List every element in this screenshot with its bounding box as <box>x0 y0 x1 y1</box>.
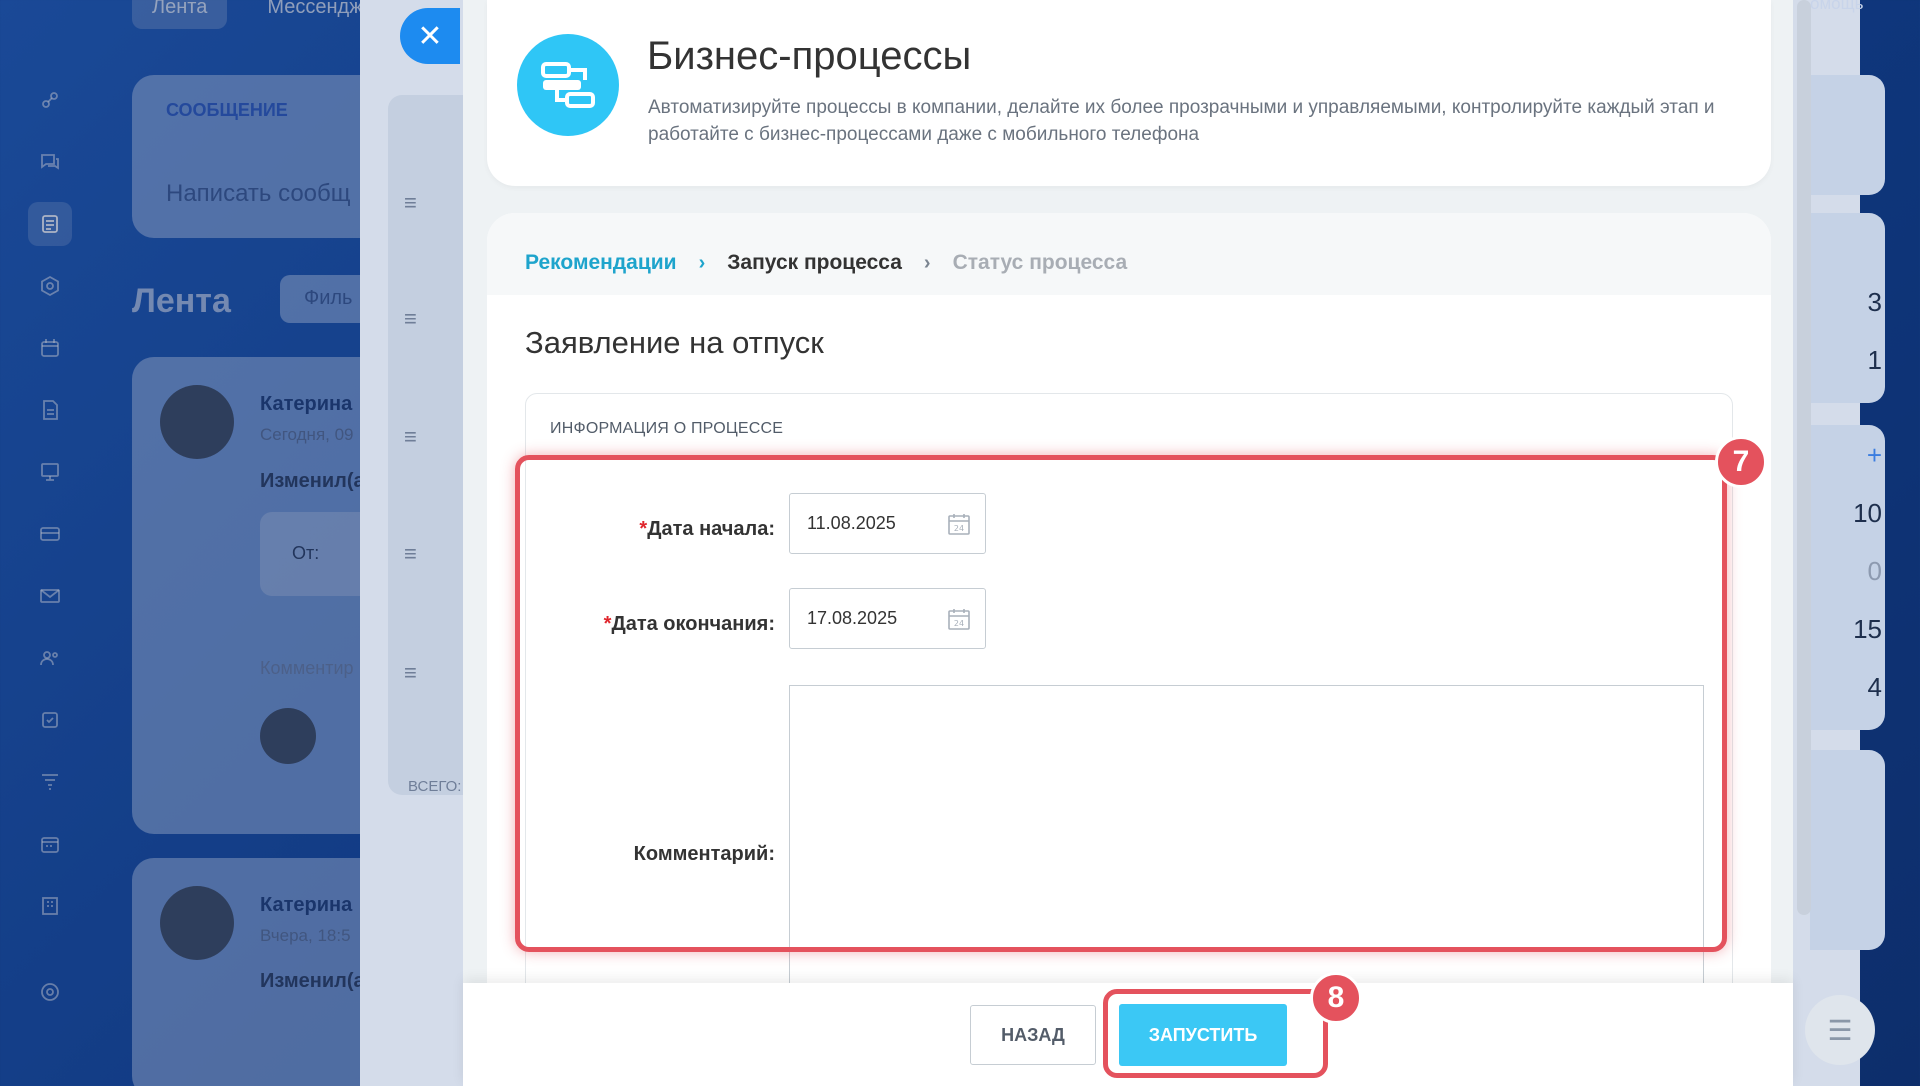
right-widgets: 3 1 + 10 0 15 4 омощь <box>1810 0 1920 1086</box>
support-chat-button[interactable]: ☰ <box>1805 995 1875 1065</box>
drag-handle-icon[interactable]: ≡ <box>404 541 426 567</box>
counter: 10 <box>1853 498 1882 528</box>
drag-handle-icon[interactable]: ≡ <box>404 424 426 450</box>
help-link[interactable]: омощь <box>1810 0 1863 14</box>
counter: 4 <box>1867 672 1882 702</box>
chevron-right-icon: › <box>698 251 706 274</box>
drag-handle-icon[interactable]: ≡ <box>404 190 426 216</box>
page-description: Автоматизируйте процессы в компании, дел… <box>648 97 1715 145</box>
page-title: Бизнес-процессы <box>647 34 972 78</box>
counter: 0 <box>1867 556 1882 586</box>
add-icon[interactable]: + <box>1867 440 1882 471</box>
breadcrumb-process-status: Статус процесса <box>952 251 1128 274</box>
form-title: Заявление на отпуск <box>525 325 824 360</box>
header-card: Бизнес-процессы Автоматизируйте процессы… <box>487 0 1771 186</box>
back-button[interactable]: НАЗАД <box>970 1005 1096 1065</box>
counter: 1 <box>1867 345 1882 375</box>
breadcrumb-launch-process: Запуск процесса <box>727 251 902 274</box>
chevron-right-icon: › <box>923 251 931 274</box>
business-process-icon <box>517 34 619 136</box>
step-badge-8: 8 <box>1310 972 1362 1024</box>
under-footer-total: ВСЕГО: <box>408 778 462 795</box>
scrollbar[interactable] <box>1797 0 1811 915</box>
counter: 15 <box>1853 614 1882 644</box>
breadcrumb: Рекомендации › Запуск процесса › Статус … <box>525 243 1127 283</box>
highlight-box-run-button <box>1103 989 1328 1078</box>
breadcrumb-recommendations[interactable]: Рекомендации <box>525 251 677 275</box>
drag-handle-icon[interactable]: ≡ <box>404 306 426 332</box>
menu-lines-icon: ☰ <box>1827 1014 1853 1046</box>
highlight-box-form-fields <box>515 455 1727 952</box>
close-icon: ✕ <box>417 19 443 53</box>
drag-handle-icon[interactable]: ≡ <box>404 660 426 686</box>
section-title: ИНФОРМАЦИЯ О ПРОЦЕССЕ <box>550 420 784 437</box>
step-badge-7: 7 <box>1715 436 1767 488</box>
counter: 3 <box>1867 287 1882 317</box>
close-slider-button[interactable]: ✕ <box>400 8 460 64</box>
